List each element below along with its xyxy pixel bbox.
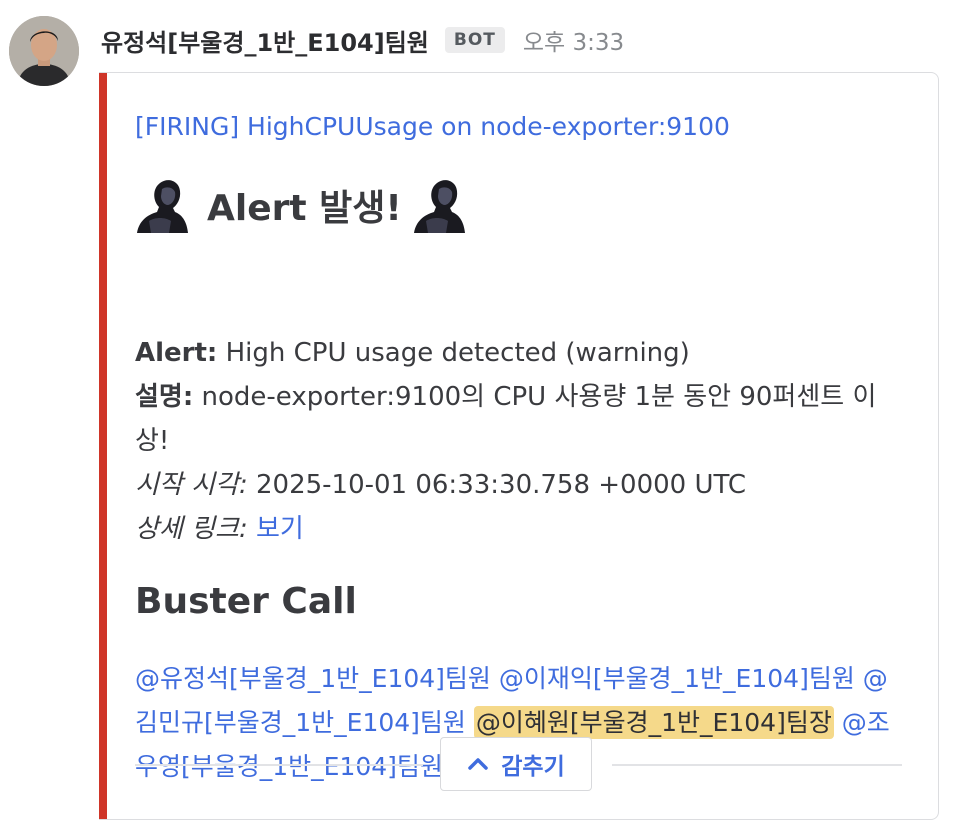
- message-header: 유정석[부울경_1반_E104]팀원 BOT 오후 3:33: [101, 20, 624, 60]
- alert-heading: Alert 발생!: [135, 177, 466, 233]
- collapse-button[interactable]: 감추기: [440, 737, 592, 791]
- message-timestamp[interactable]: 오후 3:33: [523, 23, 624, 57]
- description-line: 설명: node-exporter:9100의 CPU 사용량 1분 동안 90…: [135, 375, 905, 463]
- author-name[interactable]: 유정석[부울경_1반_E104]팀원: [101, 23, 429, 58]
- alert-label: Alert:: [135, 338, 218, 368]
- severity-color-bar: [99, 73, 107, 819]
- avatar-photo: [9, 16, 79, 86]
- detail-link-label: 상세 링크:: [135, 514, 248, 544]
- start-time-value: 2025-10-01 06:33:30.758 +0000 UTC: [255, 470, 747, 500]
- section-heading: Buster Call: [135, 581, 357, 622]
- avatar[interactable]: [9, 16, 79, 86]
- collapse-row: 감추기: [135, 737, 902, 793]
- alert-heading-text: Alert 발생!: [207, 188, 402, 229]
- alert-details: Alert: High CPU usage detected (warning)…: [135, 331, 905, 551]
- divider-left: [135, 764, 423, 766]
- alert-value: High CPU usage detected (warning): [225, 338, 690, 368]
- alert-line: Alert: High CPU usage detected (warning): [135, 331, 905, 375]
- start-time-label: 시작 시각:: [135, 470, 248, 500]
- figure-icon: [137, 180, 188, 233]
- start-time-line: 시작 시각: 2025-10-01 06:33:30.758 +0000 UTC: [135, 463, 905, 507]
- user-mention[interactable]: @유정석[부울경_1반_E104]팀원: [135, 664, 491, 693]
- figure-icon: [413, 180, 465, 233]
- alert-attachment-card: [FIRING] HighCPUUsage on node-exporter:9…: [99, 72, 939, 820]
- description-label: 설명:: [135, 382, 194, 412]
- detail-link[interactable]: 보기: [256, 514, 304, 544]
- alert-title-link[interactable]: [FIRING] HighCPUUsage on node-exporter:9…: [135, 112, 730, 141]
- user-mention[interactable]: @이재익[부울경_1반_E104]팀원: [499, 664, 855, 693]
- user-mention-highlighted[interactable]: @이혜원[부울경_1반_E104]팀장: [473, 706, 834, 739]
- detail-link-line: 상세 링크: 보기: [135, 507, 905, 551]
- description-value: node-exporter:9100의 CPU 사용량 1분 동안 90퍼센트 …: [135, 382, 877, 456]
- bot-badge: BOT: [444, 27, 505, 53]
- divider-right: [612, 764, 902, 766]
- chevron-up-icon: [468, 758, 488, 770]
- collapse-label: 감추기: [501, 753, 565, 779]
